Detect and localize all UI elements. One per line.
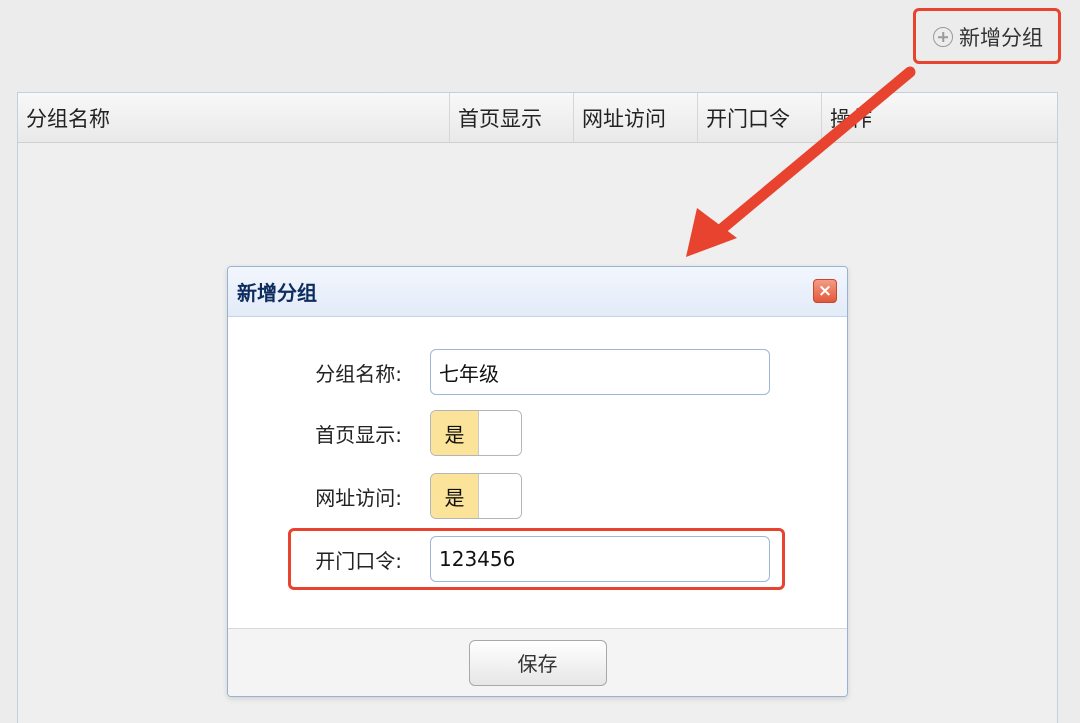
- door-password-input[interactable]: [430, 536, 770, 582]
- add-group-button[interactable]: 新增分组: [922, 14, 1054, 60]
- door-password-row: 开门口令:: [228, 536, 847, 582]
- home-display-label: 首页显示:: [315, 422, 402, 447]
- home-display-toggle[interactable]: 是: [430, 410, 522, 456]
- url-access-toggle[interactable]: 是: [430, 473, 522, 519]
- add-group-label: 新增分组: [959, 26, 1043, 50]
- url-access-row: 网址访问: 是: [228, 473, 847, 519]
- dialog-title: 新增分组: [237, 281, 317, 305]
- door-password-label: 开门口令:: [315, 548, 402, 573]
- add-group-dialog: 新增分组 × 分组名称: 首页显示: 是 网址访问: 是 开门口令:: [227, 266, 848, 697]
- url-access-toggle-on: 是: [431, 474, 479, 518]
- save-button[interactable]: 保存: [468, 639, 607, 686]
- dialog-header: 新增分组 ×: [228, 267, 847, 317]
- url-access-label: 网址访问:: [315, 485, 402, 510]
- table-header: 分组名称 首页显示 网址访问 开门口令 操作: [18, 93, 1057, 143]
- column-header-door-password[interactable]: 开门口令: [698, 93, 822, 142]
- group-name-label: 分组名称:: [315, 361, 402, 386]
- column-header-url-access[interactable]: 网址访问: [574, 93, 698, 142]
- group-name-input[interactable]: [430, 349, 770, 395]
- url-access-toggle-knob[interactable]: [479, 474, 521, 518]
- close-button[interactable]: ×: [813, 279, 837, 303]
- column-header-home-display[interactable]: 首页显示: [450, 93, 574, 142]
- group-name-row: 分组名称:: [228, 349, 847, 395]
- column-header-group-name[interactable]: 分组名称: [18, 93, 450, 142]
- column-header-actions[interactable]: 操作: [822, 93, 1057, 142]
- home-display-toggle-knob[interactable]: [479, 411, 521, 455]
- plus-circle-icon: [933, 27, 953, 47]
- dialog-body: 分组名称: 首页显示: 是 网址访问: 是 开门口令:: [228, 317, 847, 629]
- home-display-toggle-on: 是: [431, 411, 479, 455]
- close-icon: ×: [817, 280, 833, 301]
- dialog-footer: 保存: [228, 628, 847, 696]
- home-display-row: 首页显示: 是: [228, 410, 847, 456]
